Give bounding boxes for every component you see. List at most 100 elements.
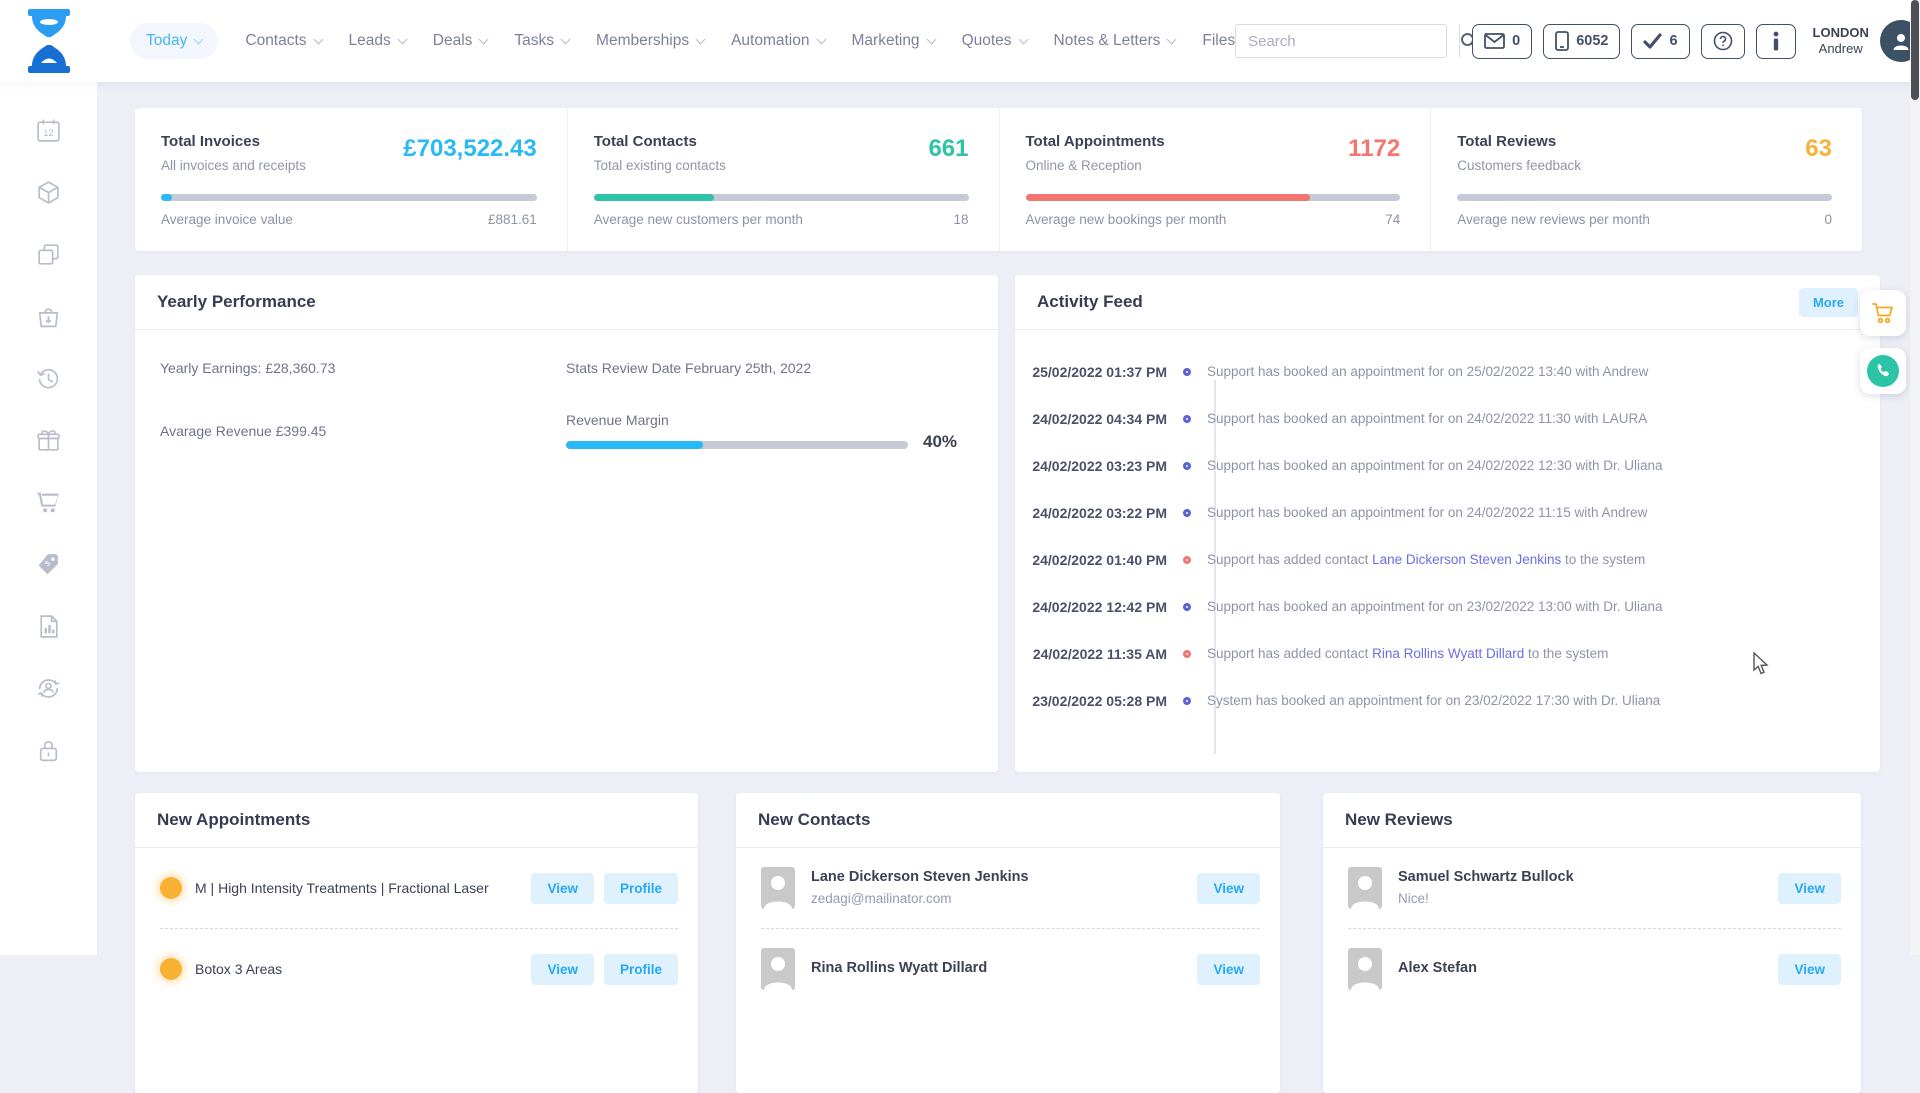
nav-item-files[interactable]: Files: [1202, 32, 1235, 50]
chevron-down-icon: [313, 34, 323, 44]
phone-circle: [1867, 355, 1899, 387]
package-icon[interactable]: [35, 178, 63, 206]
timeline-dot: [1183, 415, 1191, 423]
feed-item: 23/02/2022 05:28 PM System has booked an…: [1015, 677, 1880, 724]
phone-badge[interactable]: 6052: [1543, 24, 1620, 59]
view-button[interactable]: View: [531, 954, 594, 985]
contact-row: Lane Dickerson Steven Jenkins zedagi@mai…: [736, 848, 1280, 928]
chevron-down-icon: [1167, 34, 1177, 44]
contact-link[interactable]: Lane Dickerson Steven Jenkins: [1372, 552, 1561, 567]
profile-button[interactable]: Profile: [604, 954, 678, 985]
view-button[interactable]: View: [1197, 954, 1260, 985]
more-button[interactable]: More: [1799, 288, 1858, 317]
timeline-dot-wrap: [1167, 462, 1207, 470]
nav-label: Contacts: [245, 32, 306, 50]
nav-item-quotes[interactable]: Quotes: [962, 32, 1027, 50]
nav-item-memberships[interactable]: Memberships: [596, 32, 704, 50]
new-contacts-panel: New Contacts Lane Dickerson Steven Jenki…: [736, 793, 1280, 1093]
panel-header: New Contacts: [736, 793, 1280, 848]
report-document-icon[interactable]: [35, 612, 63, 640]
brand-logo[interactable]: [24, 9, 74, 73]
nav-item-tasks[interactable]: Tasks: [514, 32, 569, 50]
contact-avatar: [761, 948, 795, 990]
stat-footer-value: £881.61: [488, 212, 537, 227]
view-button[interactable]: View: [1778, 954, 1841, 985]
nav-label: Today: [146, 32, 187, 50]
feed-text: System has booked an appointment for on …: [1207, 693, 1880, 708]
nav-label: Tasks: [514, 32, 554, 50]
nav-label: Quotes: [962, 32, 1012, 50]
feed-text: Support has added contact Lane Dickerson…: [1207, 552, 1880, 567]
feed-item: 24/02/2022 03:23 PM Support has booked a…: [1015, 442, 1880, 489]
view-button[interactable]: View: [1778, 873, 1841, 904]
search-box: [1235, 24, 1447, 58]
panel-title: New Contacts: [758, 810, 870, 830]
checkmark-icon: [1643, 33, 1662, 49]
floating-cart-widget[interactable]: [1860, 290, 1906, 336]
appointment-status-dot: [160, 877, 182, 899]
timeline-dot-wrap: [1167, 368, 1207, 376]
account-sync-icon[interactable]: [35, 674, 63, 702]
nav-item-deals[interactable]: Deals: [433, 32, 488, 50]
nav-item-today[interactable]: Today: [130, 23, 218, 59]
duplicate-windows-icon[interactable]: [35, 240, 63, 268]
feed-item: 24/02/2022 03:22 PM Support has booked a…: [1015, 489, 1880, 536]
info-badge[interactable]: [1756, 24, 1796, 59]
revenue-margin-fill: [566, 441, 703, 449]
nav-item-automation[interactable]: Automation: [731, 32, 824, 50]
stat-footer-label: Average invoice value: [161, 212, 293, 227]
help-badge[interactable]: [1701, 24, 1745, 59]
panel-title: Yearly Performance: [157, 292, 316, 312]
history-clock-icon[interactable]: [35, 364, 63, 392]
new-reviews-panel: New Reviews Samuel Schwartz Bullock Nice…: [1323, 793, 1861, 1093]
contact-link[interactable]: Rina Rollins Wyatt Dillard: [1372, 646, 1524, 661]
timeline-dot: [1183, 368, 1191, 376]
nav-item-marketing[interactable]: Marketing: [852, 32, 935, 50]
price-tag-icon[interactable]: $: [35, 550, 63, 578]
gift-icon[interactable]: [35, 426, 63, 454]
panel-header: New Reviews: [1323, 793, 1861, 848]
shopping-cart-icon[interactable]: [35, 488, 63, 516]
timeline-dot: [1183, 603, 1191, 611]
chevron-down-icon: [561, 34, 571, 44]
stat-progress-track: [1457, 194, 1832, 201]
feed-item: 24/02/2022 11:35 AM Support has added co…: [1015, 630, 1880, 677]
lock-icon[interactable]: [35, 736, 63, 764]
average-revenue: Avarage Revenue £399.45: [160, 423, 326, 439]
view-button[interactable]: View: [1197, 873, 1260, 904]
person-icon: [1890, 30, 1912, 52]
view-button[interactable]: View: [531, 873, 594, 904]
calendar-icon[interactable]: 12: [35, 116, 63, 144]
contact-name: Rina Rollins Wyatt Dillard: [811, 958, 1197, 980]
review-row: Samuel Schwartz Bullock Nice! View: [1323, 848, 1861, 928]
stat-footer: Average invoice value £881.61: [161, 212, 537, 227]
search-input[interactable]: [1236, 33, 1459, 50]
feed-item: 24/02/2022 12:42 PM Support has booked a…: [1015, 583, 1880, 630]
nav-item-leads[interactable]: Leads: [349, 32, 406, 50]
feed-time: 24/02/2022 11:35 AM: [1015, 646, 1167, 662]
stat-title: Total Contacts: [594, 133, 969, 150]
reviewer-name: Alex Stefan: [1398, 958, 1778, 980]
stat-card-total-contacts: Total Contacts Total existing contacts 6…: [567, 108, 999, 251]
stat-subtitle: Online & Reception: [1026, 158, 1401, 173]
feed-text-suffix: to the system: [1561, 552, 1645, 567]
profile-button[interactable]: Profile: [604, 873, 678, 904]
tasks-badge[interactable]: 6: [1631, 24, 1689, 59]
dashboard-page: { "nav": { "items": [ { "label": "Today"…: [0, 0, 1920, 955]
nav-item-notes-letters[interactable]: Notes & Letters: [1054, 32, 1176, 50]
feed-text: Support has added contact Rina Rollins W…: [1207, 646, 1880, 661]
appointment-status-dot: [160, 958, 182, 980]
nav-item-contacts[interactable]: Contacts: [245, 32, 321, 50]
reviewer-avatar: [1348, 948, 1382, 990]
scrollbar-thumb[interactable]: [1911, 0, 1919, 100]
reviewer-name: Samuel Schwartz Bullock: [1398, 867, 1778, 889]
page-scrollbar[interactable]: [1910, 0, 1920, 955]
stat-footer-value: 74: [1385, 212, 1400, 227]
stat-title: Total Appointments: [1026, 133, 1401, 150]
bag-download-icon[interactable]: [35, 302, 63, 330]
floating-phone-widget[interactable]: [1860, 348, 1906, 394]
feed-time: 24/02/2022 01:40 PM: [1015, 552, 1167, 568]
nav-label: Files: [1202, 32, 1235, 50]
panel-header: Yearly Performance: [135, 275, 998, 330]
mail-badge[interactable]: 0: [1472, 24, 1532, 59]
